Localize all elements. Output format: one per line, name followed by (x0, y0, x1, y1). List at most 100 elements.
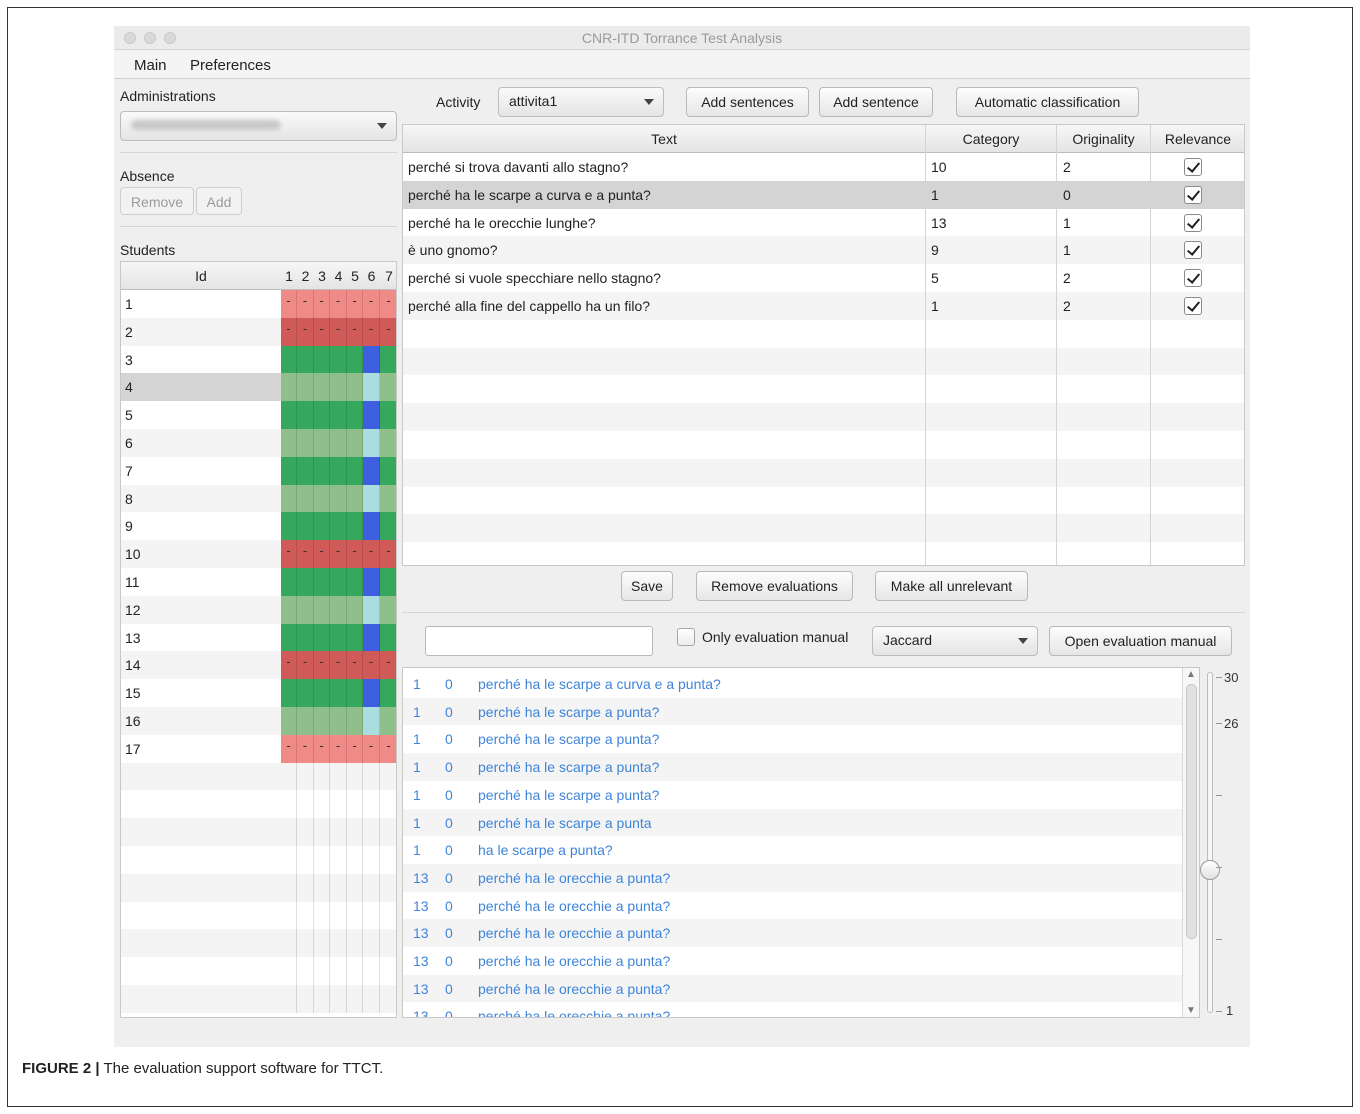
student-row[interactable] (121, 790, 396, 819)
similar-sentence-row[interactable]: 1 0 perché ha le scarpe a punta (403, 808, 1183, 837)
student-row[interactable]: 9 (121, 512, 396, 541)
activity-status-cell[interactable] (314, 873, 330, 902)
activity-status-cell[interactable] (380, 679, 396, 708)
scrollbar-thumb[interactable] (1186, 684, 1197, 939)
activity-status-cell[interactable] (281, 595, 297, 624)
activity-status-cell[interactable]: - (330, 290, 347, 318)
activity-status-cell[interactable] (347, 401, 363, 430)
activity-status-cell[interactable] (363, 679, 380, 708)
make-all-unrelevant-button[interactable]: Make all unrelevant (875, 571, 1028, 601)
sentence-row[interactable] (403, 375, 1244, 404)
activity-status-cell[interactable] (347, 679, 363, 708)
student-row[interactable]: 11 (121, 568, 396, 596)
activity-status-cell[interactable] (314, 429, 330, 457)
activity-column-header[interactable]: 1 (281, 268, 297, 284)
scroll-down-icon[interactable]: ▼ (1186, 1005, 1196, 1016)
activity-status-cell[interactable] (363, 818, 380, 847)
sentence-row[interactable] (403, 319, 1244, 348)
activity-status-cell[interactable] (380, 929, 396, 958)
activity-status-cell[interactable] (380, 985, 396, 1013)
activity-status-cell[interactable]: - (314, 651, 330, 680)
activity-status-cell[interactable] (347, 456, 363, 485)
student-row[interactable]: 3 (121, 345, 396, 374)
activity-status-cell[interactable] (380, 373, 396, 402)
activity-status-cell[interactable] (314, 401, 330, 430)
activity-status-cell[interactable] (330, 707, 347, 735)
activity-status-cell[interactable]: - (281, 734, 297, 763)
similar-sentence-row[interactable]: 1 0 perché ha le scarpe a punta? (403, 725, 1183, 754)
activity-status-cell[interactable] (281, 707, 297, 735)
activity-column-header[interactable]: 4 (330, 268, 347, 284)
activity-status-cell[interactable]: - (330, 651, 347, 680)
relevance-checkbox[interactable] (1184, 158, 1202, 176)
activity-status-cell[interactable] (363, 790, 380, 819)
activity-status-cell[interactable] (380, 512, 396, 541)
remove-evaluations-button[interactable]: Remove evaluations (696, 571, 853, 601)
activity-status-cell[interactable] (347, 985, 363, 1013)
activity-status-cell[interactable]: - (281, 651, 297, 680)
students-table[interactable]: Id 1234567 1- - - - - - -2- - - - - - -3 4 5 6 7 8 9 10- - - -… (120, 261, 397, 1018)
activity-status-cell[interactable]: - (330, 540, 347, 569)
similar-sentence-row[interactable]: 13 0 perché ha le orecchie a punta? (403, 919, 1183, 948)
activity-status-cell[interactable] (297, 846, 314, 874)
student-row[interactable]: 4 (121, 373, 396, 402)
activity-status-cell[interactable] (297, 707, 314, 735)
activity-status-cell[interactable] (380, 846, 396, 874)
activity-status-cell[interactable]: - (297, 734, 314, 763)
only-evaluation-manual-checkbox[interactable] (677, 628, 695, 646)
activity-status-cell[interactable] (297, 957, 314, 986)
activity-status-cell[interactable] (281, 679, 297, 708)
activity-status-cell[interactable] (330, 957, 347, 986)
activity-status-cell[interactable]: - (314, 540, 330, 569)
activity-status-cell[interactable] (347, 512, 363, 541)
activity-status-cell[interactable] (314, 901, 330, 930)
activity-status-cell[interactable] (297, 762, 314, 791)
activity-status-cell[interactable]: - (347, 540, 363, 569)
relevance-checkbox[interactable] (1184, 269, 1202, 288)
relevance-column-header[interactable]: Relevance (1151, 131, 1244, 147)
search-input[interactable] (425, 626, 653, 656)
similar-sentence-row[interactable]: 13 0 perché ha le orecchie a punta? (403, 863, 1183, 892)
activity-status-cell[interactable] (347, 373, 363, 402)
similar-sentences-list[interactable]: 1 0 perché ha le scarpe a curva e a punta?… (402, 667, 1200, 1018)
activity-status-cell[interactable] (281, 762, 297, 791)
activity-status-cell[interactable] (347, 957, 363, 986)
student-row[interactable]: 13 (121, 623, 396, 652)
activity-status-cell[interactable] (380, 568, 396, 596)
activity-status-cell[interactable]: - (363, 540, 380, 569)
student-row[interactable]: 14- - - - - - - (121, 651, 396, 680)
student-row[interactable]: 1------- (121, 290, 396, 318)
activity-status-cell[interactable]: - (281, 317, 297, 346)
similar-sentence-row[interactable]: 13 0 perché ha le orecchie a punta? (403, 1002, 1183, 1017)
activity-status-cell[interactable] (330, 373, 347, 402)
automatic-classification-button[interactable]: Automatic classification (956, 87, 1139, 117)
activity-status-cell[interactable] (297, 429, 314, 457)
activity-status-cell[interactable] (363, 957, 380, 986)
save-button[interactable]: Save (621, 571, 673, 601)
activity-status-cell[interactable] (297, 790, 314, 819)
activity-status-cell[interactable] (380, 790, 396, 819)
student-row[interactable] (121, 762, 396, 791)
activity-status-cell[interactable]: - (297, 290, 314, 318)
activity-status-cell[interactable] (281, 484, 297, 513)
activity-status-cell[interactable] (347, 762, 363, 791)
activity-status-cell[interactable] (330, 790, 347, 819)
relevance-checkbox[interactable] (1184, 213, 1202, 232)
add-sentence-button[interactable]: Add sentence (819, 87, 933, 117)
activity-status-cell[interactable] (347, 595, 363, 624)
activity-status-cell[interactable] (363, 345, 380, 374)
activity-status-cell[interactable] (363, 595, 380, 624)
activity-status-cell[interactable] (380, 901, 396, 930)
student-row[interactable]: 7 (121, 456, 396, 485)
activity-status-cell[interactable] (281, 790, 297, 819)
activity-status-cell[interactable] (330, 484, 347, 513)
activity-status-cell[interactable] (330, 762, 347, 791)
activity-status-cell[interactable] (314, 623, 330, 652)
sentence-row[interactable] (403, 514, 1244, 543)
activity-status-cell[interactable] (363, 762, 380, 791)
activity-status-cell[interactable] (297, 512, 314, 541)
activity-status-cell[interactable] (380, 762, 396, 791)
activity-status-cell[interactable] (347, 790, 363, 819)
activity-status-cell[interactable] (281, 901, 297, 930)
activity-status-cell[interactable]: - (330, 734, 347, 763)
